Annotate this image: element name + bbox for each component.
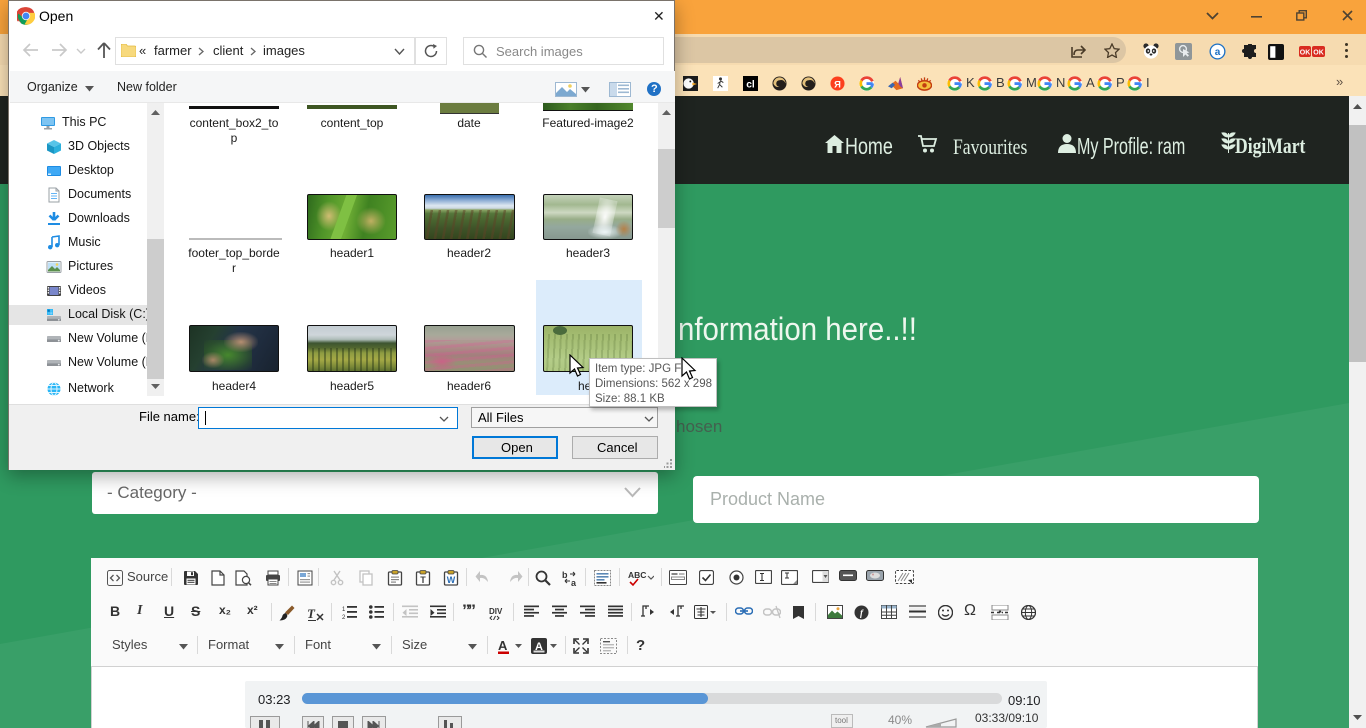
svg-text:OK: OK	[1313, 50, 1324, 57]
svg-text:T: T	[420, 575, 426, 585]
svg-text:2: 2	[342, 615, 346, 619]
svg-text:1: 1	[342, 607, 346, 613]
svg-text:DIV: DIV	[489, 607, 503, 616]
svg-text:a: a	[1215, 47, 1221, 58]
svg-text:cl: cl	[746, 79, 755, 90]
svg-text:b: b	[562, 570, 568, 580]
svg-text:T: T	[307, 606, 316, 621]
svg-text:W: W	[447, 575, 456, 585]
svg-text:ABC: ABC	[628, 570, 646, 580]
svg-text:OK: OK	[1300, 50, 1311, 57]
svg-text:R: R	[834, 79, 841, 89]
svg-text:a: a	[571, 578, 577, 586]
svg-text:A: A	[498, 638, 508, 653]
